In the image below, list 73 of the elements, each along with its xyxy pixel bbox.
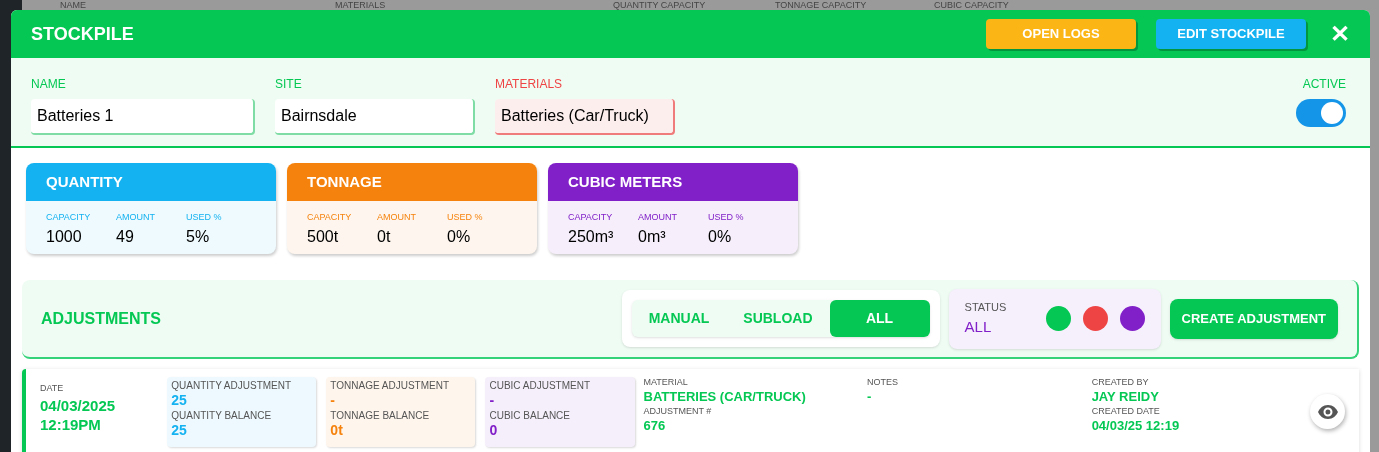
stat-value: 5% <box>186 226 211 247</box>
stat-label: USED % <box>186 211 223 224</box>
view-button[interactable] <box>1310 394 1345 429</box>
stat-label: CAPACITY <box>568 211 614 224</box>
text-field[interactable]: Batteries 1 <box>31 99 255 135</box>
toggle-knob <box>1321 102 1343 124</box>
stat-value: 250m³ <box>568 226 615 247</box>
stat-label: USED % <box>447 211 484 224</box>
box-label: TONNAGE BALANCE <box>330 409 431 422</box>
box-value: 0 <box>489 422 499 439</box>
create-adjustment-button[interactable]: CREATE ADJUSTMENT <box>1169 298 1338 339</box>
box-value: 25 <box>171 422 188 439</box>
detail-label: CREATED BY <box>1091 377 1150 388</box>
column-header: NAME <box>60 0 87 10</box>
stat-label: AMOUNT <box>116 211 156 224</box>
stat-label: USED % <box>708 211 745 224</box>
column-header: QUANTITY CAPACITY <box>613 0 707 10</box>
detail-value: JAY REIDY <box>1091 388 1160 406</box>
detail-label: CREATED DATE <box>1091 406 1161 417</box>
stat-value: 49 <box>116 226 135 247</box>
detail-label: MATERIAL <box>643 377 689 388</box>
stat-card-title: QUANTITY <box>26 163 276 201</box>
adjustment-date: 04/03/2025 <box>40 395 117 415</box>
stat-card-title: TONNAGE <box>287 163 537 201</box>
detail-label: NOTES <box>867 377 900 388</box>
text-field[interactable]: Batteries (Car/Truck) <box>495 99 675 135</box>
field-label: MATERIALS <box>495 76 564 93</box>
close-button[interactable]: ✕ <box>1330 22 1350 46</box>
stat-label: AMOUNT <box>638 211 678 224</box>
column-header: CUBIC CAPACITY <box>934 0 1010 10</box>
active-label: ACTIVE <box>1302 76 1346 93</box>
box-label: TONNAGE ADJUSTMENT <box>330 379 451 392</box>
box-value: - <box>330 392 336 409</box>
stat-label: AMOUNT <box>377 211 417 224</box>
detail-value: BATTERIES (CAR/TRUCK) <box>643 388 807 406</box>
detail-value: 04/03/25 12:19 <box>1091 417 1181 435</box>
edit-stockpile-button[interactable]: EDIT STOCKPILE <box>1156 19 1306 49</box>
box-label: CUBIC BALANCE <box>489 409 571 422</box>
filter-tab[interactable]: ALL <box>829 300 930 337</box>
box-label: CUBIC ADJUSTMENT <box>489 379 591 392</box>
column-header: MATERIALS <box>335 0 387 10</box>
open-logs-button[interactable]: OPEN LOGS <box>986 19 1136 49</box>
box-label: QUANTITY ADJUSTMENT <box>171 379 293 392</box>
box-value: 25 <box>171 392 188 409</box>
filter-tab[interactable]: MANUAL <box>631 300 727 337</box>
column-header: TONNAGE CAPACITY <box>775 0 868 10</box>
stat-card-title: CUBIC METERS <box>548 163 798 201</box>
box-value: - <box>489 392 496 409</box>
active-toggle[interactable] <box>1296 99 1346 127</box>
stat-value: 0% <box>708 226 733 247</box>
date-label: DATE <box>40 382 65 395</box>
stat-value: 500t <box>307 226 340 247</box>
field-label: NAME <box>31 76 67 93</box>
detail-label: ADJUSTMENT # <box>643 406 713 417</box>
text-field[interactable]: Bairnsdale <box>275 99 475 135</box>
status-value: ALL <box>964 316 993 337</box>
box-label: QUANTITY BALANCE <box>171 409 273 422</box>
status-label: STATUS <box>964 300 1007 315</box>
eye-icon <box>1317 404 1338 419</box>
stat-value: 0m³ <box>638 226 667 247</box>
detail-value: - <box>867 388 873 406</box>
stat-value: 0t <box>377 226 392 247</box>
adjustment-time: 12:19PM <box>40 414 102 434</box>
modal-title: STOCKPILE <box>31 22 134 46</box>
stat-label: CAPACITY <box>46 211 92 224</box>
detail-value: 676 <box>643 417 667 435</box>
field-label: SITE <box>275 76 303 93</box>
adjustments-title: ADJUSTMENTS <box>41 308 161 329</box>
box-value: 0t <box>330 422 344 439</box>
stat-value: 1000 <box>46 226 83 247</box>
stat-value: 0% <box>447 226 472 247</box>
filter-tab[interactable]: SUBLOAD <box>726 300 830 337</box>
stat-label: CAPACITY <box>307 211 353 224</box>
